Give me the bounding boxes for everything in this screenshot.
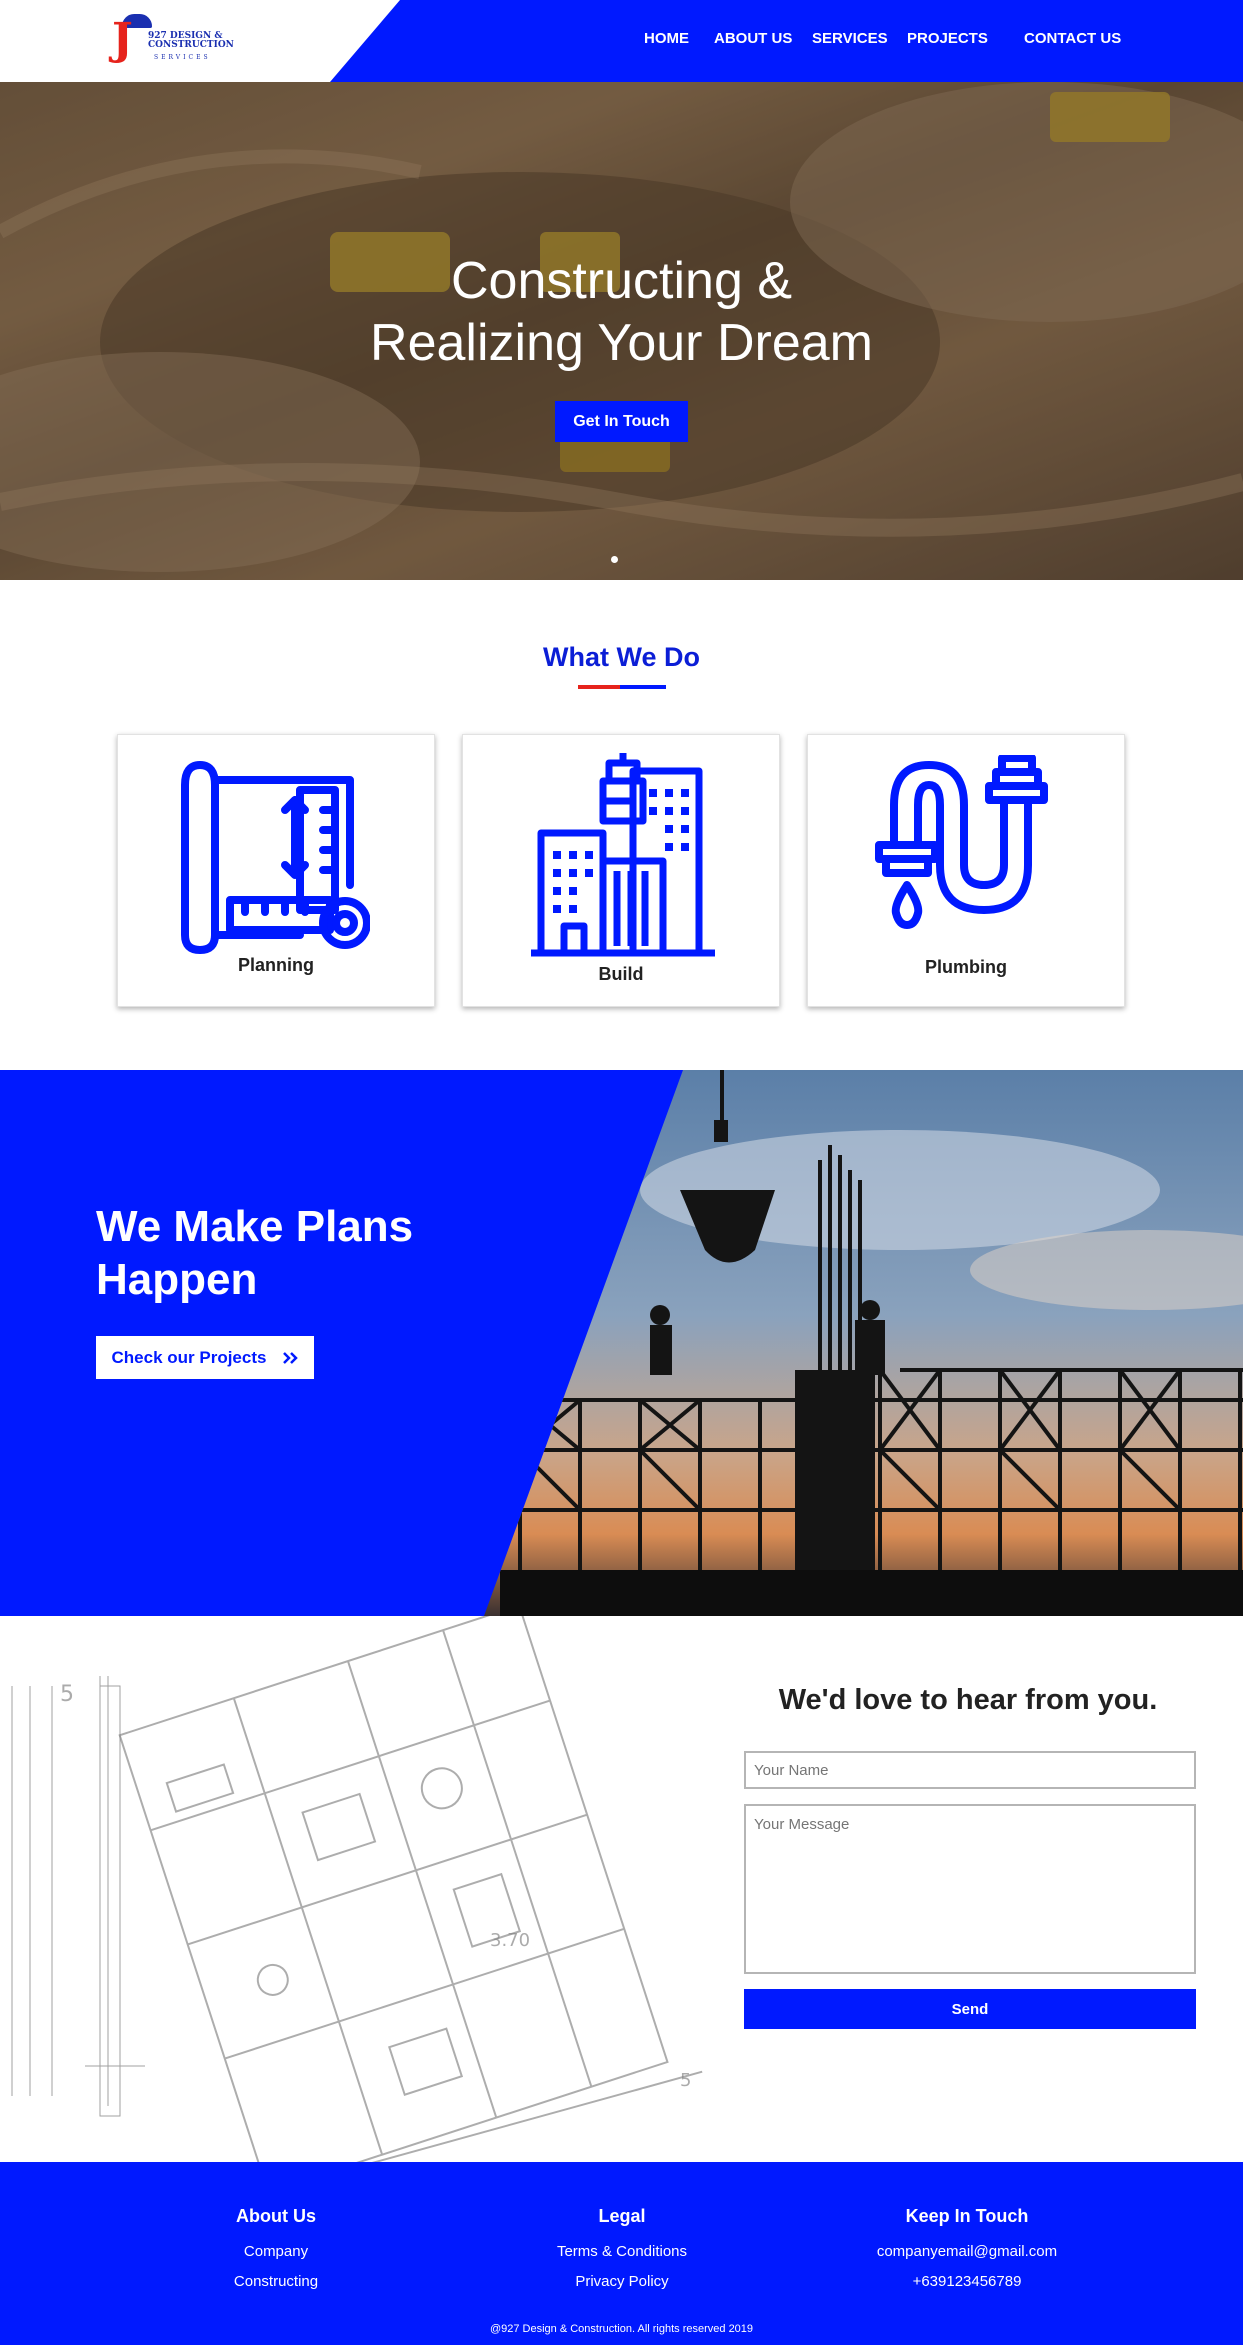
nav-services[interactable]: SERVICES [812, 30, 888, 47]
buildings-icon [531, 753, 715, 957]
copyright-text: @927 Design & Construction. All rights r… [489, 2323, 754, 2335]
nav-contact-us[interactable]: CONTACT US [1024, 30, 1121, 47]
footer-link-terms[interactable]: Terms & Conditions [472, 2237, 772, 2267]
contact-title: We'd love to hear from you. [778, 1684, 1158, 1716]
nav-about-us[interactable]: ABOUT US [714, 30, 792, 47]
get-in-touch-button[interactable]: Get In Touch [555, 401, 688, 442]
hero-title-line-1: Constructing & [450, 252, 793, 310]
footer-about-title: About Us [236, 2206, 316, 2226]
what-we-do-title: What We Do [543, 642, 700, 672]
hero-title-line-2: Realizing Your Dream [370, 314, 873, 372]
send-button[interactable]: Send [744, 1989, 1196, 2029]
service-card-planning[interactable]: Planning [117, 734, 435, 1007]
pipe-icon [875, 755, 1048, 929]
hero-title: Constructing & Realizing Your Dream [0, 250, 1243, 374]
plans-title-line-2: Happen [96, 1255, 258, 1304]
double-chevron-right-icon [283, 1351, 299, 1364]
site-header: J 927 DESIGN & CONSTRUCTION SERVICES HOM… [0, 0, 1243, 82]
hero-section: Constructing & Realizing Your Dream Get … [0, 82, 1243, 580]
footer-contact-column: Keep In Touch companyemail@gmail.com +63… [817, 2206, 1117, 2297]
footer-link-privacy[interactable]: Privacy Policy [472, 2267, 772, 2297]
check-projects-label: Check our Projects [111, 1347, 267, 1367]
blueprint-drawing: 5 3.70 5 [11, 1616, 703, 2162]
logo-letter: J [112, 14, 133, 65]
title-underline-blue [620, 685, 666, 689]
footer-about-column: About Us Company Constructing [126, 2206, 426, 2297]
footer-link-company[interactable]: Company [126, 2237, 426, 2267]
card-label-planning: Planning [238, 955, 314, 975]
card-label-build: Build [598, 964, 644, 984]
service-card-plumbing[interactable]: Plumbing [807, 734, 1125, 1007]
name-input[interactable] [744, 1751, 1196, 1789]
card-label-plumbing: Plumbing [925, 957, 1007, 977]
footer-phone[interactable]: +639123456789 [817, 2267, 1117, 2297]
slider-dot[interactable] [611, 556, 618, 563]
check-projects-button[interactable]: Check our Projects [96, 1336, 314, 1379]
site-footer: About Us Company Constructing Legal Term… [0, 2162, 1243, 2345]
nav-home[interactable]: HOME [644, 30, 689, 47]
service-card-build[interactable]: Build [462, 734, 780, 1007]
svg-text:5: 5 [680, 2070, 691, 2091]
contact-section: 5 3.70 5 We'd love to hear from you. Sen… [0, 1616, 1243, 2162]
plans-title: We Make Plans Happen [96, 1200, 496, 1306]
logo-line-2: CONSTRUCTION [148, 40, 234, 50]
company-logo[interactable]: J 927 DESIGN & CONSTRUCTION SERVICES [108, 14, 238, 66]
svg-text:5: 5 [60, 1682, 74, 1707]
blueprint-icon [181, 761, 370, 954]
message-textarea[interactable] [744, 1804, 1196, 1974]
footer-keep-title: Keep In Touch [905, 2206, 1029, 2226]
footer-legal-column: Legal Terms & Conditions Privacy Policy [472, 2206, 772, 2297]
title-underline-red [578, 685, 620, 689]
plans-title-line-1: We Make Plans [96, 1202, 414, 1251]
logo-text: 927 DESIGN & CONSTRUCTION [148, 32, 234, 50]
footer-link-constructing[interactable]: Constructing [126, 2267, 426, 2297]
footer-legal-title: Legal [598, 2206, 646, 2226]
nav-projects[interactable]: PROJECTS [907, 30, 988, 47]
svg-text:3.70: 3.70 [490, 1930, 530, 1951]
logo-subtitle: SERVICES [154, 54, 211, 61]
footer-email[interactable]: companyemail@gmail.com [817, 2237, 1117, 2267]
plans-section: We Make Plans Happen Check our Projects [0, 1070, 1243, 1616]
